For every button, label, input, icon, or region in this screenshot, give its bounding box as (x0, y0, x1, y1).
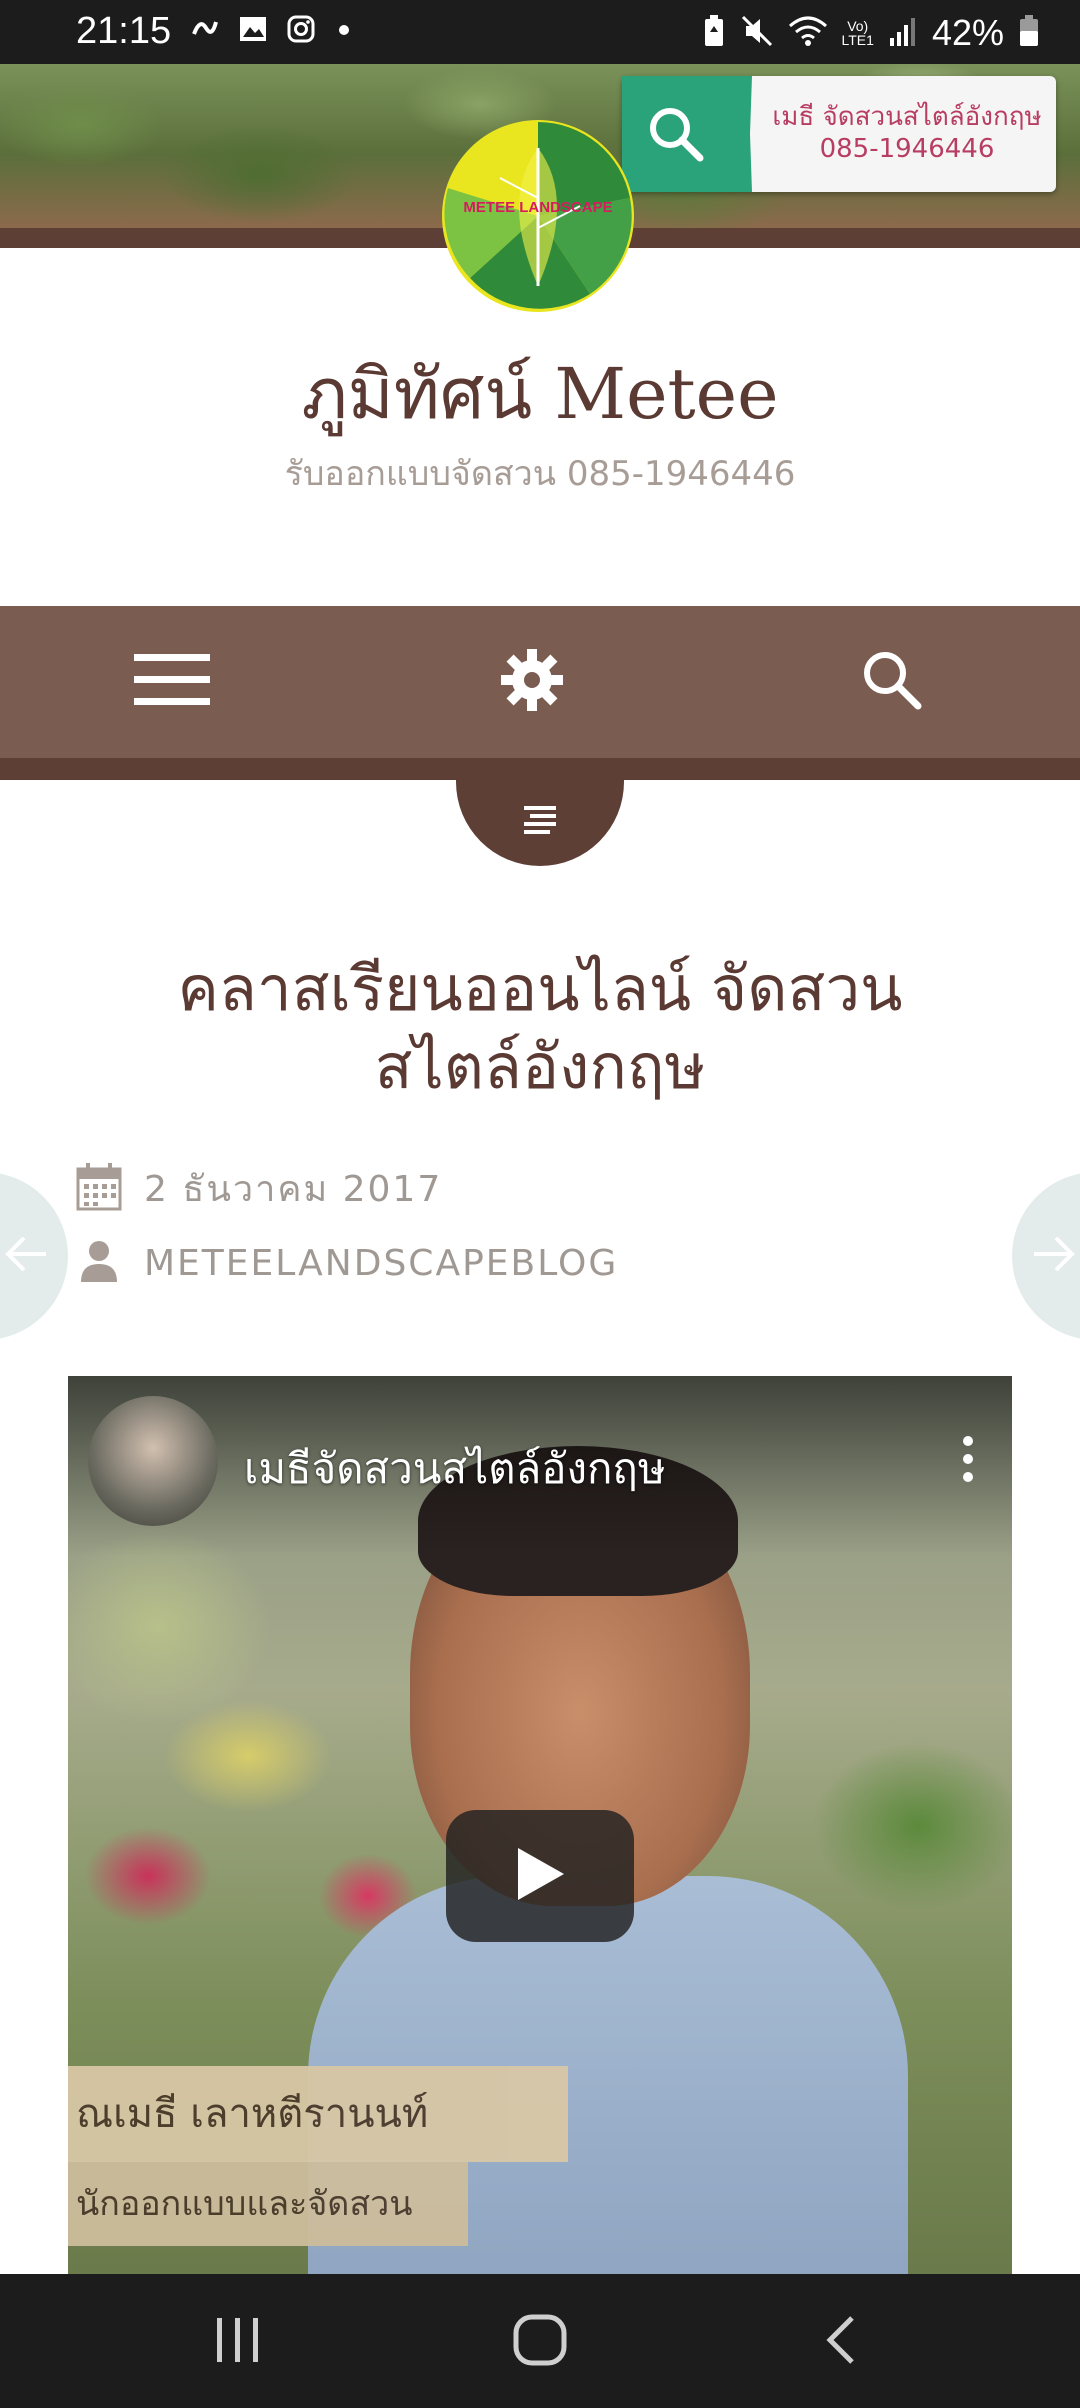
text-lines-icon (520, 804, 560, 842)
post-date[interactable]: 2 ธันวาคม 2017 (144, 1160, 442, 1217)
wifi-icon (788, 14, 828, 52)
settings-button[interactable] (492, 642, 572, 722)
search-icon (860, 648, 924, 716)
instagram-icon (286, 14, 316, 48)
ad-tab (622, 76, 752, 192)
status-time: 21:15 (76, 10, 172, 52)
post-author-row: METEELANDSCAPEBLOG (76, 1238, 618, 1288)
back-button[interactable] (802, 2310, 882, 2374)
battery-percent: 42% (931, 12, 1004, 53)
video-channel-title[interactable]: เมธีจัดสวนสไตล์อังกฤษ (244, 1436, 666, 1502)
video-play-button[interactable] (446, 1810, 634, 1942)
navigation-bar (0, 606, 1080, 758)
user-icon (76, 1238, 122, 1288)
previous-post-button[interactable] (0, 1172, 68, 1340)
video-caption-name: ณเมธี เลาหตีรานนท์ (68, 2066, 568, 2162)
navigation-divider (0, 758, 1080, 780)
home-icon (512, 2314, 568, 2370)
signal-icon (888, 14, 918, 52)
recent-apps-icon (213, 2316, 263, 2368)
battery-saver-icon (702, 14, 726, 52)
post-title-line1: คลาสเรียนออนไลน์ จัดสวน (177, 952, 903, 1025)
video-caption-role: นักออกแบบและจัดสวน (68, 2162, 468, 2246)
site-title[interactable]: ภูมิทัศน์ Metee (0, 338, 1080, 449)
gear-icon (499, 647, 565, 717)
notification-icon (190, 14, 220, 48)
search-icon (644, 102, 708, 170)
home-button[interactable] (500, 2310, 580, 2374)
post-date-row: 2 ธันวาคม 2017 (76, 1160, 442, 1217)
svg-text:METEE LANDSCAPE: METEE LANDSCAPE (463, 199, 612, 216)
status-icons-left (190, 14, 354, 48)
ad-phone: 085-1946446 (819, 134, 995, 164)
arrow-left-icon (2, 1234, 50, 1278)
post-format-badge (456, 780, 624, 866)
status-icons-right: Vo) LTE1 42% (702, 12, 1041, 54)
arrow-right-icon (1030, 1234, 1078, 1278)
dot-icon (334, 14, 354, 48)
menu-button[interactable] (132, 642, 212, 722)
mute-icon (740, 14, 774, 52)
recent-apps-button[interactable] (198, 2310, 278, 2374)
system-navigation-bar (0, 2274, 1080, 2408)
play-icon (512, 1844, 568, 1908)
ad-title: เมธี จัดสวนสไตล์อังกฤษ (772, 102, 1042, 132)
search-button[interactable] (852, 642, 932, 722)
gallery-icon (238, 14, 268, 48)
more-vertical-icon (958, 1436, 978, 1488)
menu-icon (134, 650, 210, 714)
calendar-icon (76, 1162, 122, 1215)
next-post-button[interactable] (1012, 1172, 1080, 1340)
post-title-line2: สไตล์อังกฤษ (374, 1030, 706, 1103)
channel-avatar[interactable] (88, 1396, 218, 1526)
site-logo[interactable]: METEE LANDSCAPE (440, 118, 636, 314)
post-author[interactable]: METEELANDSCAPEBLOG (144, 1243, 618, 1284)
battery-icon (1018, 14, 1040, 52)
back-icon (822, 2314, 862, 2370)
embedded-video[interactable]: เมธีจัดสวนสไตล์อังกฤษ ณเมธี เลาหตีรานนท์… (68, 1376, 1012, 2274)
volte-icon: Vo) LTE1 (841, 18, 874, 48)
video-more-button[interactable] (958, 1434, 978, 1488)
post-title: คลาสเรียนออนไลน์ จัดสวน สไตล์อังกฤษ (80, 950, 1000, 1106)
status-bar: 21:15 Vo) LTE1 42% (0, 0, 1080, 64)
site-tagline: รับออกแบบจัดสวน 085-1946446 (284, 454, 796, 494)
contact-ad-banner[interactable]: เมธี จัดสวนสไตล์อังกฤษ 085-1946446 (622, 76, 1056, 192)
